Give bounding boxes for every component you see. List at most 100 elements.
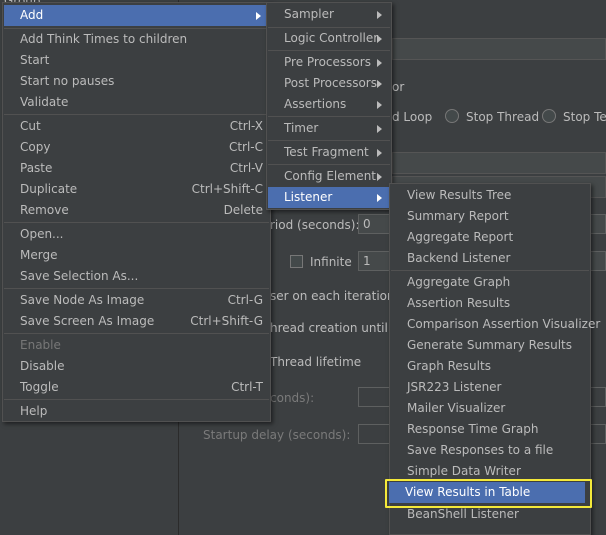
- menu-item-toggle[interactable]: Toggle Ctrl-T: [4, 377, 269, 398]
- menu-item-paste[interactable]: Paste Ctrl-V: [4, 158, 269, 179]
- stop-thread-radio[interactable]: [445, 109, 459, 123]
- menu-item-save-screen-image[interactable]: Save Screen As Image Ctrl+Shift-G: [4, 311, 269, 332]
- menu-item-duplicate[interactable]: Duplicate Ctrl+Shift-C: [4, 179, 269, 200]
- infinite-checkbox[interactable]: [290, 255, 303, 268]
- menu-item-jsr223-listener[interactable]: JSR223 Listener: [391, 377, 589, 398]
- menu-label: Post Processors: [284, 76, 377, 90]
- stop-test-radio[interactable]: [542, 109, 556, 123]
- menu-item-response-time-graph[interactable]: Response Time Graph: [391, 419, 589, 440]
- menu-item-assertions[interactable]: Assertions: [268, 94, 390, 115]
- chevron-right-icon: [377, 194, 382, 202]
- name-field[interactable]: [392, 38, 606, 60]
- menu-item-help[interactable]: Help: [4, 401, 269, 422]
- menu-label: Logic Controller: [284, 31, 379, 45]
- menu-label: Assertions: [284, 97, 347, 111]
- menu-item-post-processors[interactable]: Post Processors: [268, 73, 390, 94]
- menu-item-add-think-times[interactable]: Add Think Times to children: [4, 29, 269, 50]
- menu-label: Add Think Times to children: [20, 32, 188, 46]
- menu-item-summary-report[interactable]: Summary Report: [391, 206, 589, 227]
- menu-label: Help: [20, 404, 48, 418]
- menu-item-add[interactable]: Add: [4, 5, 269, 26]
- menu-item-aggregate-report[interactable]: Aggregate Report: [391, 227, 589, 248]
- menu-label: Aggregate Report: [407, 230, 514, 244]
- menu-item-start-no-pauses[interactable]: Start no pauses: [4, 71, 269, 92]
- menu-label: Save Responses to a file: [407, 443, 554, 457]
- menu-label: Open...: [20, 227, 64, 241]
- chevron-right-icon: [377, 149, 382, 157]
- separator: [4, 222, 269, 223]
- menu-item-pre-processors[interactable]: Pre Processors: [268, 52, 390, 73]
- stop-test-label: Stop Tes: [563, 110, 606, 124]
- menu-item-save-responses[interactable]: Save Responses to a file: [391, 440, 589, 461]
- separator: [4, 114, 269, 115]
- shortcut-label: Delete: [223, 203, 263, 217]
- menu-item-config-element[interactable]: Config Element: [268, 166, 390, 187]
- stop-thread-label: Stop Thread: [466, 110, 540, 124]
- menu-label: Timer: [284, 121, 319, 135]
- infinite-label: Infinite: [310, 255, 352, 269]
- menu-item-mailer-visualizer[interactable]: Mailer Visualizer: [391, 398, 589, 419]
- menu-label: Assertion Results: [407, 296, 511, 310]
- menu-label: Remove: [20, 203, 69, 217]
- menu-item-timer[interactable]: Timer: [268, 118, 390, 139]
- menu-item-save-node-image[interactable]: Save Node As Image Ctrl-G: [4, 290, 269, 311]
- menu-label: Graph Results: [407, 359, 491, 373]
- start-next-loop-label: d Loop: [392, 110, 433, 124]
- menu-item-enable: Enable: [4, 335, 269, 356]
- menu-label: Pre Processors: [284, 55, 371, 69]
- chevron-right-icon: [377, 35, 382, 43]
- menu-item-merge[interactable]: Merge: [4, 245, 269, 266]
- menu-label: Copy: [20, 140, 51, 154]
- shortcut-label: Ctrl-C: [228, 140, 263, 154]
- chevron-right-icon: [377, 11, 382, 19]
- menu-label: Paste: [20, 161, 53, 175]
- shortcut-label: Ctrl+Shift-G: [190, 314, 263, 328]
- menu-item-assertion-results[interactable]: Assertion Results: [391, 293, 589, 314]
- menu-label: Aggregate Graph: [407, 275, 511, 289]
- menu-item-generate-summary-results[interactable]: Generate Summary Results: [391, 335, 589, 356]
- menu-item-cut[interactable]: Cut Ctrl-X: [4, 116, 269, 137]
- menu-item-remove[interactable]: Remove Delete: [4, 200, 269, 221]
- menu-item-view-results-tree[interactable]: View Results Tree: [391, 185, 589, 206]
- menu-item-graph-results[interactable]: Graph Results: [391, 356, 589, 377]
- menu-item-listener[interactable]: Listener: [268, 187, 390, 208]
- chevron-right-icon: [377, 125, 382, 133]
- menu-item-backend-listener[interactable]: Backend Listener: [391, 248, 589, 269]
- menu-item-test-fragment[interactable]: Test Fragment: [268, 142, 390, 163]
- menu-label: Toggle: [20, 380, 59, 394]
- startup-delay-label: Startup delay (seconds):: [203, 428, 351, 442]
- menu-item-comparison-assertion-visualizer[interactable]: Comparison Assertion Visualizer: [391, 314, 600, 335]
- error-action-label-tail: or: [392, 80, 405, 94]
- separator: [391, 270, 589, 271]
- menu-item-copy[interactable]: Copy Ctrl-C: [4, 137, 269, 158]
- menu-item-sampler[interactable]: Sampler: [268, 4, 390, 25]
- separator: [268, 116, 390, 117]
- menu-label: Start no pauses: [20, 74, 115, 88]
- menu-label: Add: [20, 8, 44, 22]
- menu-label: Sampler: [284, 7, 334, 21]
- shortcut-label: Ctrl-T: [231, 380, 263, 394]
- chevron-right-icon: [377, 59, 382, 67]
- context-menu: Add Add Think Times to children Start St…: [2, 2, 271, 422]
- separator: [268, 50, 390, 51]
- menu-item-open[interactable]: Open...: [4, 224, 269, 245]
- separator: [268, 164, 390, 165]
- separator: [268, 140, 390, 141]
- separator: [4, 333, 269, 334]
- add-submenu: Sampler Logic Controller Pre Processors …: [266, 2, 392, 210]
- menu-item-start[interactable]: Start: [4, 50, 269, 71]
- menu-label: Config Element: [284, 169, 376, 183]
- chevron-right-icon: [377, 173, 382, 181]
- shortcut-label: Ctrl-V: [229, 161, 263, 175]
- menu-label: Save Node As Image: [20, 293, 145, 307]
- menu-item-aggregate-graph[interactable]: Aggregate Graph: [391, 272, 589, 293]
- shortcut-label: Ctrl-X: [229, 119, 263, 133]
- menu-item-disable[interactable]: Disable: [4, 356, 269, 377]
- duration-label: conds):: [270, 391, 315, 405]
- separator: [4, 288, 269, 289]
- highlight-annotation-box: [385, 479, 592, 508]
- menu-item-save-selection[interactable]: Save Selection As...: [4, 266, 269, 287]
- menu-item-validate[interactable]: Validate: [4, 92, 269, 113]
- menu-label: Test Fragment: [284, 145, 369, 159]
- menu-item-logic-controller[interactable]: Logic Controller: [268, 28, 390, 49]
